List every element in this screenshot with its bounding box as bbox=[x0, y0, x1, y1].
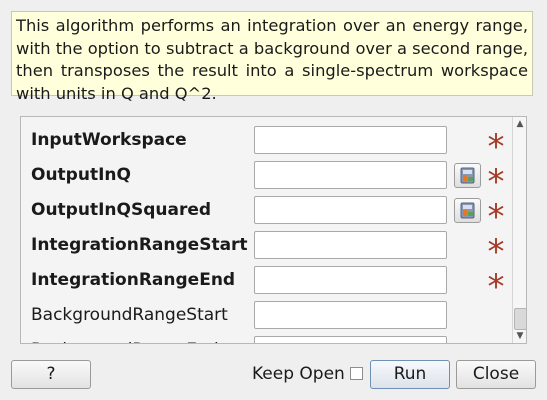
backgroundrangeend-field[interactable] bbox=[254, 336, 447, 343]
property-label-integrationrangeend: IntegrationRangeEnd bbox=[31, 270, 236, 290]
keep-open-checkbox[interactable] bbox=[350, 367, 363, 380]
properties-panel: InputWorkspace * OutputInQ * OutputInQSq… bbox=[20, 116, 527, 344]
algorithm-description: This algorithm performs an integration o… bbox=[11, 11, 533, 103]
keep-open-label: Keep Open bbox=[252, 364, 345, 384]
outputinqsquared-field[interactable] bbox=[254, 196, 447, 224]
outputinqsquared-browse-button[interactable] bbox=[454, 198, 481, 223]
run-button[interactable]: Run bbox=[370, 360, 450, 389]
properties-scrollbar[interactable]: ▲ ▼ bbox=[512, 117, 526, 343]
property-row-backgroundrangestart: BackgroundRangeStart bbox=[21, 300, 513, 330]
workspace-browse-icon bbox=[460, 202, 474, 219]
integrationrangestart-field[interactable] bbox=[254, 231, 447, 259]
property-row-integrationrangeend: IntegrationRangeEnd * bbox=[21, 265, 513, 307]
scroll-up-arrow-icon[interactable]: ▲ bbox=[513, 117, 526, 131]
property-label-backgroundrangestart: BackgroundRangeStart bbox=[31, 305, 228, 325]
required-star-icon: * bbox=[487, 197, 505, 237]
backgroundrangestart-field[interactable] bbox=[254, 301, 447, 329]
description-text: This algorithm performs an integration o… bbox=[16, 16, 528, 103]
workspace-browse-icon bbox=[460, 167, 474, 184]
outputinq-browse-button[interactable] bbox=[454, 163, 481, 188]
property-label-outputinqsquared: OutputInQSquared bbox=[31, 200, 212, 220]
property-label-integrationrangestart: IntegrationRangeStart bbox=[31, 235, 248, 255]
required-star-icon: * bbox=[487, 162, 505, 202]
property-label-outputinq: OutputInQ bbox=[31, 165, 131, 185]
integrationrangeend-field[interactable] bbox=[254, 266, 447, 294]
inputworkspace-field[interactable] bbox=[254, 126, 447, 154]
close-button[interactable]: Close bbox=[456, 360, 536, 389]
scrollbar-thumb[interactable] bbox=[514, 308, 526, 330]
property-label-backgroundrangeend: BackgroundRangeEnd bbox=[31, 335, 219, 343]
help-button[interactable]: ? bbox=[11, 360, 91, 389]
property-row-outputinq: OutputInQ * bbox=[21, 160, 513, 202]
outputinq-field[interactable] bbox=[254, 161, 447, 189]
scroll-down-arrow-icon[interactable]: ▼ bbox=[513, 329, 526, 343]
property-row-inputworkspace: InputWorkspace * bbox=[21, 125, 513, 167]
required-star-icon: * bbox=[487, 127, 505, 167]
property-label-inputworkspace: InputWorkspace bbox=[31, 130, 187, 150]
property-row-backgroundrangeend: BackgroundRangeEnd bbox=[21, 335, 513, 343]
required-star-icon: * bbox=[487, 267, 505, 307]
required-star-icon: * bbox=[487, 232, 505, 272]
property-row-outputinqsquared: OutputInQSquared * bbox=[21, 195, 513, 237]
property-row-integrationrangestart: IntegrationRangeStart * bbox=[21, 230, 513, 272]
